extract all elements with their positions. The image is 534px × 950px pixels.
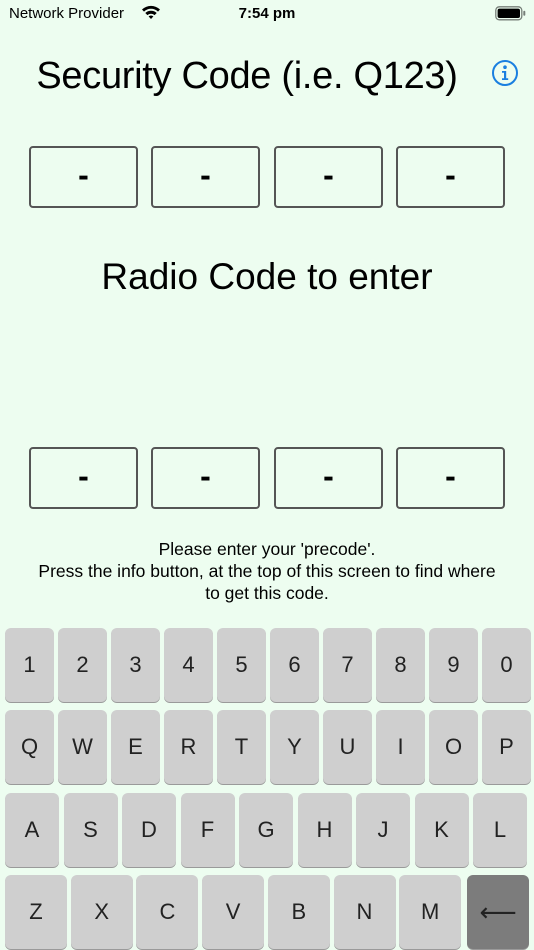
key-t[interactable]: T bbox=[217, 710, 266, 784]
instructions-line-1: Please enter your 'precode'. bbox=[158, 539, 376, 559]
security-code-box-1[interactable]: - bbox=[29, 146, 138, 208]
key-7[interactable]: 7 bbox=[323, 628, 372, 702]
security-code-digit-3: - bbox=[323, 156, 334, 193]
radio-code-box-3: - bbox=[274, 447, 383, 509]
key-o[interactable]: O bbox=[429, 710, 478, 784]
security-code-box-3[interactable]: - bbox=[274, 146, 383, 208]
key-n[interactable]: N bbox=[333, 875, 396, 949]
key-e[interactable]: E bbox=[111, 710, 160, 784]
key-d[interactable]: D bbox=[122, 793, 176, 867]
radio-code-digit-4: - bbox=[445, 457, 456, 494]
security-code-box-2[interactable]: - bbox=[151, 146, 260, 208]
instructions-line-2: Press the info button, at the top of thi… bbox=[38, 561, 496, 581]
key-l[interactable]: L bbox=[473, 793, 527, 867]
radio-code-digit-3: - bbox=[323, 457, 334, 494]
page-title: Security Code (i.e. Q123) bbox=[36, 55, 458, 97]
key-k[interactable]: K bbox=[414, 793, 469, 867]
key-j[interactable]: J bbox=[356, 793, 410, 867]
key-p[interactable]: P bbox=[482, 710, 531, 784]
key-q[interactable]: Q bbox=[5, 710, 54, 784]
key-g[interactable]: G bbox=[239, 793, 293, 867]
security-code-digit-2: - bbox=[200, 156, 211, 193]
key-c[interactable]: C bbox=[136, 875, 199, 949]
info-circle-icon bbox=[492, 60, 518, 86]
key-h[interactable]: H bbox=[297, 793, 352, 867]
key-4[interactable]: 4 bbox=[164, 628, 213, 702]
key-2[interactable]: 2 bbox=[58, 628, 107, 702]
key-w[interactable]: W bbox=[58, 710, 107, 784]
radio-code-box-2: - bbox=[151, 447, 260, 509]
radio-code-box-4: - bbox=[396, 447, 505, 509]
key-y[interactable]: Y bbox=[270, 710, 319, 784]
security-code-box-4[interactable]: - bbox=[396, 146, 505, 208]
key-5[interactable]: 5 bbox=[217, 628, 266, 702]
instructions-text: Please enter your 'precode'. Press the i… bbox=[0, 538, 534, 604]
backspace-key[interactable]: ⟵ bbox=[467, 875, 529, 949]
radio-code-fields: - - - - bbox=[0, 447, 534, 509]
key-9[interactable]: 9 bbox=[429, 628, 478, 702]
key-s[interactable]: S bbox=[63, 793, 118, 867]
key-6[interactable]: 6 bbox=[270, 628, 319, 702]
security-code-digit-1: - bbox=[78, 156, 89, 193]
key-b[interactable]: B bbox=[267, 875, 330, 949]
key-f[interactable]: F bbox=[180, 793, 235, 867]
security-code-fields: - - - - bbox=[0, 146, 534, 208]
status-time: 7:54 pm bbox=[238, 5, 296, 22]
on-screen-keyboard: 1 2 3 4 5 6 7 8 9 0 Q W E R T Y U I O P A S D F G H J K L Z X C V B N M ⟵ bbox=[0, 622, 534, 950]
key-v[interactable]: V bbox=[202, 875, 265, 949]
key-x[interactable]: X bbox=[70, 875, 133, 949]
key-0[interactable]: 0 bbox=[482, 628, 531, 702]
key-8[interactable]: 8 bbox=[376, 628, 425, 702]
radio-code-box-1: - bbox=[29, 447, 138, 509]
security-code-digit-4: - bbox=[445, 156, 456, 193]
radio-code-digit-1: - bbox=[78, 457, 89, 494]
key-1[interactable]: 1 bbox=[5, 628, 54, 702]
radio-code-digit-2: - bbox=[200, 457, 211, 494]
key-u[interactable]: U bbox=[323, 710, 372, 784]
key-a[interactable]: A bbox=[5, 793, 59, 867]
key-z[interactable]: Z bbox=[5, 875, 67, 949]
info-button[interactable] bbox=[491, 59, 519, 87]
key-r[interactable]: R bbox=[164, 710, 213, 784]
key-3[interactable]: 3 bbox=[111, 628, 160, 702]
instructions-line-3: to get this code. bbox=[205, 583, 329, 603]
status-bar: Network Provider 7:54 pm bbox=[0, 0, 534, 28]
key-i[interactable]: I bbox=[376, 710, 425, 784]
radio-code-heading: Radio Code to enter bbox=[101, 256, 433, 297]
battery-icon bbox=[495, 6, 526, 26]
key-m[interactable]: M bbox=[399, 875, 462, 949]
